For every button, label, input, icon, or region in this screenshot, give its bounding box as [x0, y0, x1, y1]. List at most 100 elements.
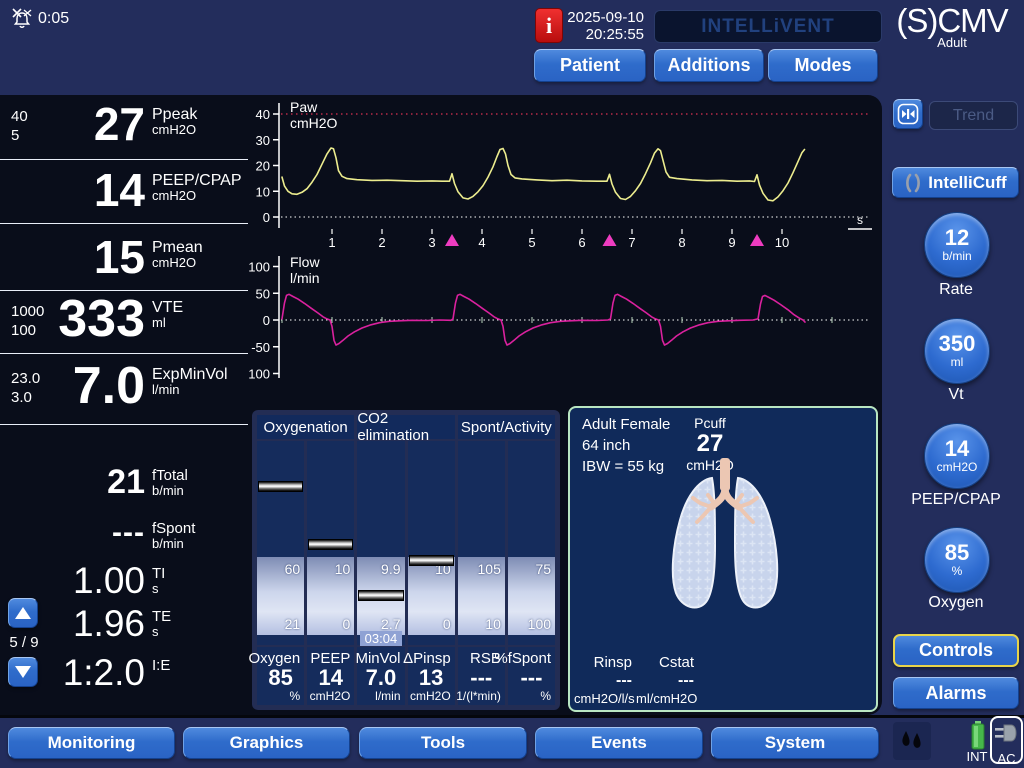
svg-text:5: 5 — [528, 235, 535, 250]
additions-button[interactable]: Additions — [654, 49, 764, 82]
ftotal-value: 21 — [107, 463, 145, 502]
svg-text:2: 2 — [378, 235, 385, 250]
patient-button[interactable]: Patient — [534, 49, 646, 82]
peep-knob[interactable]: 14 cmH2O — [924, 423, 990, 489]
ac-power-indicator: AC — [990, 716, 1023, 764]
vte-label: VTE — [152, 299, 183, 316]
battery-icon — [970, 721, 986, 750]
expminvol-limit-high: 23.0 — [11, 369, 40, 388]
page-indicator: 5 / 9 — [4, 634, 44, 651]
monitor-value-minvol: MinVol7.0l/min — [357, 647, 404, 705]
ac-label: AC — [992, 751, 1021, 766]
vte-value: 333 — [58, 289, 145, 349]
svg-text:8: 8 — [678, 235, 685, 250]
ppeak-limit-high: 40 — [11, 107, 28, 126]
svg-text:7: 7 — [628, 235, 635, 250]
bar-indicator — [358, 590, 403, 601]
ppeak-label: Ppeak — [152, 106, 197, 123]
page-down-button[interactable] — [8, 657, 38, 687]
patient-height: 64 inch — [582, 435, 670, 456]
vt-knob-label: Vt — [890, 386, 1022, 404]
alarm-silence-icon[interactable] — [10, 7, 34, 31]
param-row-expminvol: 23.03.0 7.0 ExpMinVoll/min — [0, 353, 248, 425]
svg-text:9: 9 — [728, 235, 735, 250]
target-graphics-panel: Oxygenation CO2 elimination Spont/Activi… — [252, 410, 560, 710]
oxygen-knob[interactable]: 85 % — [924, 527, 990, 593]
monitor-group-titles: Oxygenation CO2 elimination Spont/Activi… — [257, 415, 555, 439]
ppeak-unit: cmH2O — [152, 123, 197, 137]
svg-text:20: 20 — [256, 159, 270, 174]
fspont-value: --- — [112, 516, 145, 550]
drops-icon — [899, 729, 925, 753]
down-arrow-icon — [15, 666, 31, 678]
te-unit: s — [152, 625, 171, 639]
monitor-value-fspont: %fSpont---% — [508, 647, 555, 705]
tools-tab[interactable]: Tools — [359, 727, 527, 759]
pmean-unit: cmH2O — [152, 256, 203, 270]
svg-text:0: 0 — [263, 210, 270, 225]
monitor-value-peep: PEEP14cmH2O — [307, 647, 354, 705]
freeze-button[interactable] — [893, 99, 923, 129]
fspont-label: fSpont — [152, 520, 195, 537]
freeze-icon — [896, 102, 920, 126]
up-arrow-icon — [15, 607, 31, 619]
svg-text:-100: -100 — [248, 367, 270, 382]
param-row-pmean: 15 PmeancmH2O — [0, 223, 248, 291]
svg-text:0: 0 — [263, 313, 270, 328]
controls-button[interactable]: Controls — [893, 634, 1019, 667]
peep-unit: cmH2O — [152, 189, 242, 203]
monitor-bar-dpinsp: 10 0 — [408, 441, 455, 645]
monitor-bar-rsb: 105 10 — [458, 441, 505, 645]
peep-label: PEEP/CPAP — [152, 172, 242, 189]
rate-knob-label: Rate — [890, 281, 1022, 299]
svg-text:1: 1 — [328, 235, 335, 250]
flow-chart-unit: l/min — [290, 270, 320, 286]
group-title-co2: CO2 elimination — [357, 415, 454, 439]
param-row-ftotal: 21 fTotalb/min — [0, 463, 248, 509]
monitor-bar-peep: 10 0 — [307, 441, 354, 645]
trend-button[interactable]: Trend — [929, 101, 1018, 130]
events-tab[interactable]: Events — [535, 727, 703, 759]
system-tab[interactable]: System — [711, 727, 879, 759]
lung-graphic — [640, 458, 810, 623]
date: 2025-09-10 — [558, 9, 644, 26]
page-up-button[interactable] — [8, 598, 38, 628]
ftotal-label: fTotal — [152, 467, 188, 484]
fspont-unit: b/min — [152, 537, 195, 551]
intellicuff-button[interactable]: IntelliCuff — [892, 167, 1019, 198]
rate-knob[interactable]: 12 b/min — [924, 212, 990, 278]
vt-knob[interactable]: 350 ml — [924, 318, 990, 384]
rinsp-readout: Rinsp --- cmH2O/l/s — [574, 654, 632, 706]
param-row-peep: 14 PEEP/CPAPcmH2O — [0, 159, 248, 224]
svg-text:10: 10 — [775, 235, 789, 250]
bar-indicator — [308, 539, 353, 550]
group-title-spont: Spont/Activity — [458, 415, 555, 439]
cstat-readout: Cstat --- ml/cmH2O — [636, 654, 694, 706]
monitoring-tab[interactable]: Monitoring — [8, 727, 175, 759]
paw-chart-label: Paw — [290, 99, 317, 115]
expminvol-value: 7.0 — [73, 356, 145, 416]
expminvol-label: ExpMinVol — [152, 366, 228, 383]
param-row-vte: 1000100 333 VTEml — [0, 290, 248, 354]
pmean-label: Pmean — [152, 239, 203, 256]
expminvol-unit: l/min — [152, 383, 228, 397]
intellivent-button[interactable]: INTELLiVENT — [654, 10, 882, 43]
svg-text:100: 100 — [248, 260, 270, 275]
datetime: 2025-09-10 20:25:55 — [558, 9, 644, 43]
te-value: 1.96 — [73, 603, 145, 645]
oxygen-knob-label: Oxygen — [890, 594, 1022, 612]
te-label: TE — [152, 608, 171, 625]
modes-button[interactable]: Modes — [768, 49, 878, 82]
graphics-tab[interactable]: Graphics — [183, 727, 350, 759]
ti-label: TI — [152, 565, 165, 582]
paw-waveform-chart: 01020304012345678910s — [248, 95, 882, 250]
ie-label: I:E — [152, 657, 170, 674]
plug-icon — [994, 720, 1020, 746]
svg-text:4: 4 — [478, 235, 485, 250]
alarms-button[interactable]: Alarms — [893, 677, 1019, 709]
ppeak-value: 27 — [94, 97, 145, 151]
param-row-ti: 1.00 TIs — [0, 560, 248, 602]
patient-group: Adult — [886, 35, 1018, 50]
ppeak-limit-low: 5 — [11, 126, 28, 145]
alarm-silence-timer: 0:05 — [38, 10, 69, 28]
